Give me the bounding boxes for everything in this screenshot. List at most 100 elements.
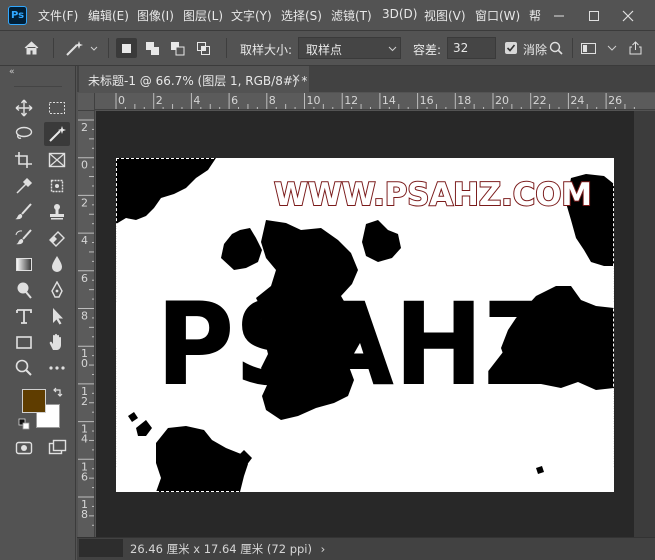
menu-help[interactable]: 帮	[529, 7, 541, 24]
ruler-label: 24	[570, 94, 584, 107]
magic-wand-tool[interactable]	[44, 122, 70, 146]
zoom-tool[interactable]	[11, 356, 37, 380]
spot-heal-icon	[50, 179, 64, 193]
ruler-label: 18	[457, 94, 471, 107]
tool-preset-picker[interactable]	[64, 38, 100, 58]
ruler-label: 16	[420, 94, 434, 107]
new-selection-button[interactable]	[116, 38, 137, 58]
menu-type[interactable]: 文字(Y)	[231, 7, 272, 24]
hand-tool[interactable]	[44, 330, 70, 354]
vertical-scrollbar[interactable]	[634, 111, 655, 537]
menu-file[interactable]: 文件(F)	[38, 7, 78, 24]
menu-view[interactable]: 视图(V)	[424, 7, 466, 24]
status-menu-arrow[interactable]: ›	[321, 542, 326, 556]
home-button[interactable]	[21, 38, 42, 58]
sample-size-select[interactable]: 取样点	[298, 37, 401, 59]
quick-mask-button[interactable]	[11, 436, 37, 460]
photoshop-logo[interactable]: Ps	[8, 6, 27, 25]
separator	[572, 38, 573, 58]
menu-image[interactable]: 图像(I)	[137, 7, 174, 24]
move-icon	[15, 99, 33, 117]
marquee-tool[interactable]	[44, 96, 70, 120]
antialias-label: 消除	[523, 43, 548, 57]
ruler-label: 6	[81, 272, 88, 285]
document-dimensions: 26.46 厘米 x 17.64 厘米 (72 ppi)	[130, 542, 312, 556]
menu-filter[interactable]: 滤镜(T)	[331, 7, 372, 24]
blur-tool[interactable]	[44, 252, 70, 276]
panel-collapse-icon[interactable]: «	[9, 67, 14, 77]
share-button[interactable]	[625, 38, 646, 58]
lasso-tool[interactable]	[11, 122, 37, 146]
ruler-label: 22	[533, 94, 547, 107]
menu-window[interactable]: 窗口(W)	[475, 7, 520, 24]
eyedropper-tool[interactable]	[11, 174, 37, 198]
frame-tool[interactable]	[44, 148, 70, 172]
close-window-button[interactable]	[614, 0, 642, 31]
minimize-button[interactable]	[545, 0, 573, 31]
history-brush-tool[interactable]	[11, 226, 37, 250]
path-selection-tool[interactable]	[44, 304, 70, 328]
clone-stamp-tool[interactable]	[44, 200, 70, 224]
gradient-tool[interactable]	[11, 252, 37, 276]
pen-tool[interactable]	[44, 278, 70, 302]
ruler-label: 0	[81, 159, 88, 172]
sample-size-value: 取样点	[306, 43, 343, 57]
add-selection-button[interactable]	[142, 38, 163, 58]
menu-3d[interactable]: 3D(D)	[382, 7, 417, 21]
eyedropper-icon	[16, 177, 33, 194]
crop-tool[interactable]	[11, 148, 37, 172]
maximize-button[interactable]	[580, 0, 608, 31]
ruler-label: 4	[81, 234, 88, 247]
close-tab-icon[interactable]: ×	[291, 71, 301, 85]
move-tool[interactable]	[11, 96, 37, 120]
menu-layer[interactable]: 图层(L)	[183, 7, 223, 24]
eraser-tool[interactable]	[44, 226, 70, 250]
swap-colors-icon[interactable]	[52, 387, 64, 399]
search-button[interactable]	[546, 38, 567, 58]
screen-mode-button[interactable]	[44, 436, 70, 460]
document-canvas[interactable]: PSAHZ WWW.PSAHZ.COM	[116, 158, 614, 492]
subtract-selection-button[interactable]	[167, 38, 188, 58]
default-colors-icon[interactable]	[18, 418, 30, 430]
separator	[226, 38, 227, 58]
zoom-level-field[interactable]	[79, 539, 123, 557]
more-icon	[49, 366, 65, 370]
antialias-checkbox[interactable]	[505, 42, 517, 54]
more-tools[interactable]	[44, 356, 70, 380]
workspace-dropdown[interactable]	[602, 38, 623, 58]
ruler-label: 4	[81, 433, 88, 446]
watermark-text: WWW.PSAHZ.COM	[274, 177, 592, 213]
dodge-tool[interactable]	[11, 278, 37, 302]
chevron-down-icon	[388, 46, 397, 52]
ruler-label: 6	[231, 94, 238, 107]
workspace-icon	[581, 43, 596, 54]
ruler-label: 8	[81, 508, 88, 521]
intersect-selection-button[interactable]	[193, 38, 214, 58]
rectangle-icon	[16, 336, 32, 349]
stamp-icon	[50, 204, 64, 220]
horizontal-ruler[interactable]: 0 2 4 6 8 10 12 14 16 18 20 22 24 26	[95, 93, 655, 110]
ruler-label: 8	[81, 310, 88, 323]
chevron-down-icon	[607, 45, 617, 51]
type-tool[interactable]	[11, 304, 37, 328]
vertical-ruler[interactable]: 2024681012141618	[78, 111, 95, 537]
spot-healing-tool[interactable]	[44, 174, 70, 198]
maximize-icon	[589, 11, 599, 21]
rectangle-tool[interactable]	[11, 330, 37, 354]
gradient-icon	[16, 258, 32, 271]
ruler-label: 0	[81, 357, 88, 370]
foreground-color-swatch[interactable]	[22, 389, 46, 413]
document-tab[interactable]: 未标题-1 @ 66.7% (图层 1, RGB/8#) * ×	[79, 66, 309, 92]
magic-wand-icon	[66, 41, 98, 56]
ruler-origin[interactable]	[78, 93, 95, 111]
tolerance-input[interactable]: 32	[447, 37, 496, 59]
minimize-icon	[554, 15, 564, 17]
menu-edit[interactable]: 编辑(E)	[88, 7, 129, 24]
menu-select[interactable]: 选择(S)	[281, 7, 322, 24]
document-tab-title: 未标题-1 @ 66.7% (图层 1, RGB/8#) *	[88, 74, 308, 88]
magic-wand-icon	[49, 126, 66, 142]
ruler-label: 2	[81, 121, 88, 134]
workspace-button[interactable]	[578, 38, 599, 58]
new-selection-icon	[122, 44, 131, 53]
brush-tool[interactable]	[11, 200, 37, 224]
